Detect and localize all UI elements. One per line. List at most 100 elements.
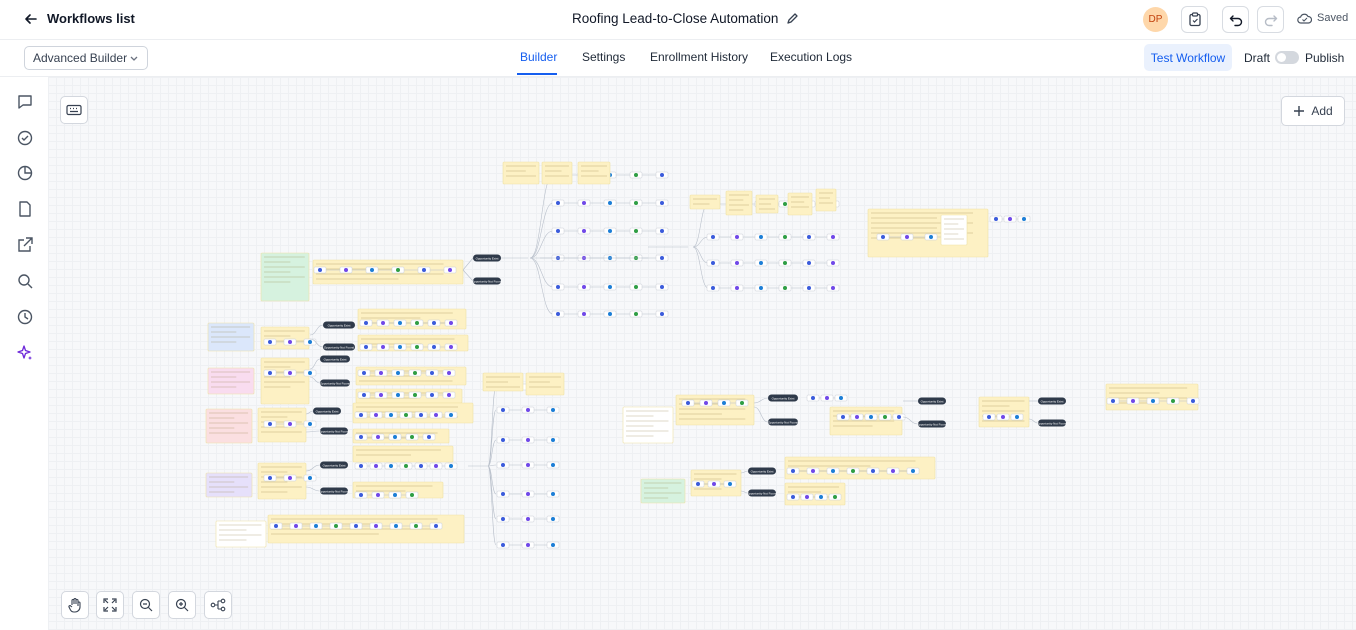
node-icon: [735, 261, 739, 265]
chat-icon[interactable]: [16, 93, 34, 111]
node-icon: [404, 413, 408, 417]
pie-chart-icon[interactable]: [16, 164, 34, 182]
pan-button[interactable]: [61, 591, 89, 619]
node-icon: [389, 464, 393, 468]
layout-icon: [210, 598, 226, 612]
sticky-note: [689, 194, 721, 210]
branch-pill-label: Opportunity Not Found: [319, 430, 350, 434]
sticky-note: [725, 190, 753, 216]
node-icon: [381, 345, 385, 349]
publish-toggle[interactable]: [1275, 51, 1299, 64]
node-icon: [526, 492, 530, 496]
branch-pill-label: Opportunity Exist: [751, 470, 774, 474]
back-to-workflows-link[interactable]: Workflows list: [24, 11, 135, 26]
node-icon: [905, 235, 909, 239]
node-icon: [728, 482, 732, 486]
sticky-note: [541, 161, 573, 185]
node-icon: [851, 469, 855, 473]
redo-button[interactable]: [1257, 6, 1284, 33]
node-icon: [783, 261, 787, 265]
undo-button[interactable]: [1222, 6, 1249, 33]
add-node-button[interactable]: Add: [1281, 96, 1345, 126]
connector: [462, 257, 474, 271]
history-icon[interactable]: [16, 308, 34, 326]
check-circle-icon[interactable]: [16, 129, 34, 147]
node-icon: [447, 371, 451, 375]
node-icon: [308, 476, 312, 480]
node-icon: [396, 371, 400, 375]
fit-screen-icon: [103, 598, 117, 612]
sticky-note: [577, 161, 611, 185]
add-label: Add: [1311, 104, 1333, 118]
node-icon: [825, 396, 829, 400]
node-icon: [415, 321, 419, 325]
node-icon: [414, 524, 418, 528]
node-icon: [735, 235, 739, 239]
zoom-in-button[interactable]: [168, 591, 196, 619]
node-icon: [551, 408, 555, 412]
node-icon: [712, 482, 716, 486]
node-icon: [449, 345, 453, 349]
node-icon: [268, 476, 272, 480]
node-icon: [929, 235, 933, 239]
node-icon: [288, 371, 292, 375]
tab-settings[interactable]: Settings: [582, 50, 625, 64]
sticky-note: [260, 357, 310, 405]
node-icon: [660, 173, 664, 177]
node-icon: [634, 312, 638, 316]
connector: [305, 464, 321, 472]
node-icon: [379, 393, 383, 397]
node-icon: [422, 268, 426, 272]
auto-layout-button[interactable]: [204, 591, 232, 619]
sticky-note: [787, 192, 813, 216]
publish-label: Publish: [1305, 51, 1345, 65]
sticky-note: [978, 396, 1030, 428]
node-icon: [501, 463, 505, 467]
redo-icon: [1264, 14, 1277, 26]
node-icon: [582, 312, 586, 316]
keyboard-shortcuts-button[interactable]: [60, 96, 88, 124]
workflow-title[interactable]: Roofing Lead-to-Close Automation: [572, 11, 799, 26]
branch-pill-label: Opportunity Not Found: [747, 492, 778, 496]
workflow-canvas[interactable]: Opportunity Exist Opportunity Not Found Op…: [48, 77, 1356, 630]
fit-screen-button[interactable]: [96, 591, 124, 619]
connector: [740, 470, 749, 474]
node-icon: [526, 543, 530, 547]
branch-pill-label: Opportunity Exist: [324, 358, 347, 362]
node-icon: [432, 321, 436, 325]
branch-pill-label: Opportunity Not Found: [768, 421, 799, 425]
hand-icon: [68, 597, 81, 613]
node-icon: [413, 371, 417, 375]
node-icon: [359, 464, 363, 468]
pencil-icon[interactable]: [786, 12, 799, 25]
node-icon: [1131, 399, 1135, 403]
external-link-icon[interactable]: [16, 236, 34, 254]
tab-builder[interactable]: Builder: [520, 50, 557, 64]
zoom-in-icon: [175, 598, 189, 612]
node-icon: [551, 543, 555, 547]
avatar[interactable]: DP: [1143, 7, 1168, 32]
test-workflow-button[interactable]: Test Workflow: [1144, 44, 1232, 71]
node-icon: [831, 469, 835, 473]
node-icon: [1171, 399, 1175, 403]
sparkle-icon[interactable]: [16, 344, 34, 362]
document-icon[interactable]: [16, 200, 34, 218]
branch-pill-label: Opportunity Not Found: [319, 490, 350, 494]
tab-enrollment-history[interactable]: Enrollment History: [650, 50, 748, 64]
connector: [529, 257, 554, 288]
arrow-left-icon: [25, 13, 37, 24]
search-icon[interactable]: [16, 272, 34, 290]
clipboard-button[interactable]: [1181, 6, 1208, 33]
node-icon: [608, 229, 612, 233]
tab-execution-logs[interactable]: Execution Logs: [770, 50, 852, 64]
node-icon: [556, 201, 560, 205]
node-icon: [410, 435, 414, 439]
zoom-out-button[interactable]: [132, 591, 160, 619]
builder-mode-select[interactable]: Advanced Builder: [24, 46, 148, 70]
connector: [487, 465, 497, 546]
node-icon: [805, 495, 809, 499]
node-icon: [551, 492, 555, 496]
sticky-note: [940, 214, 968, 246]
node-icon: [608, 312, 612, 316]
node-icon: [359, 493, 363, 497]
